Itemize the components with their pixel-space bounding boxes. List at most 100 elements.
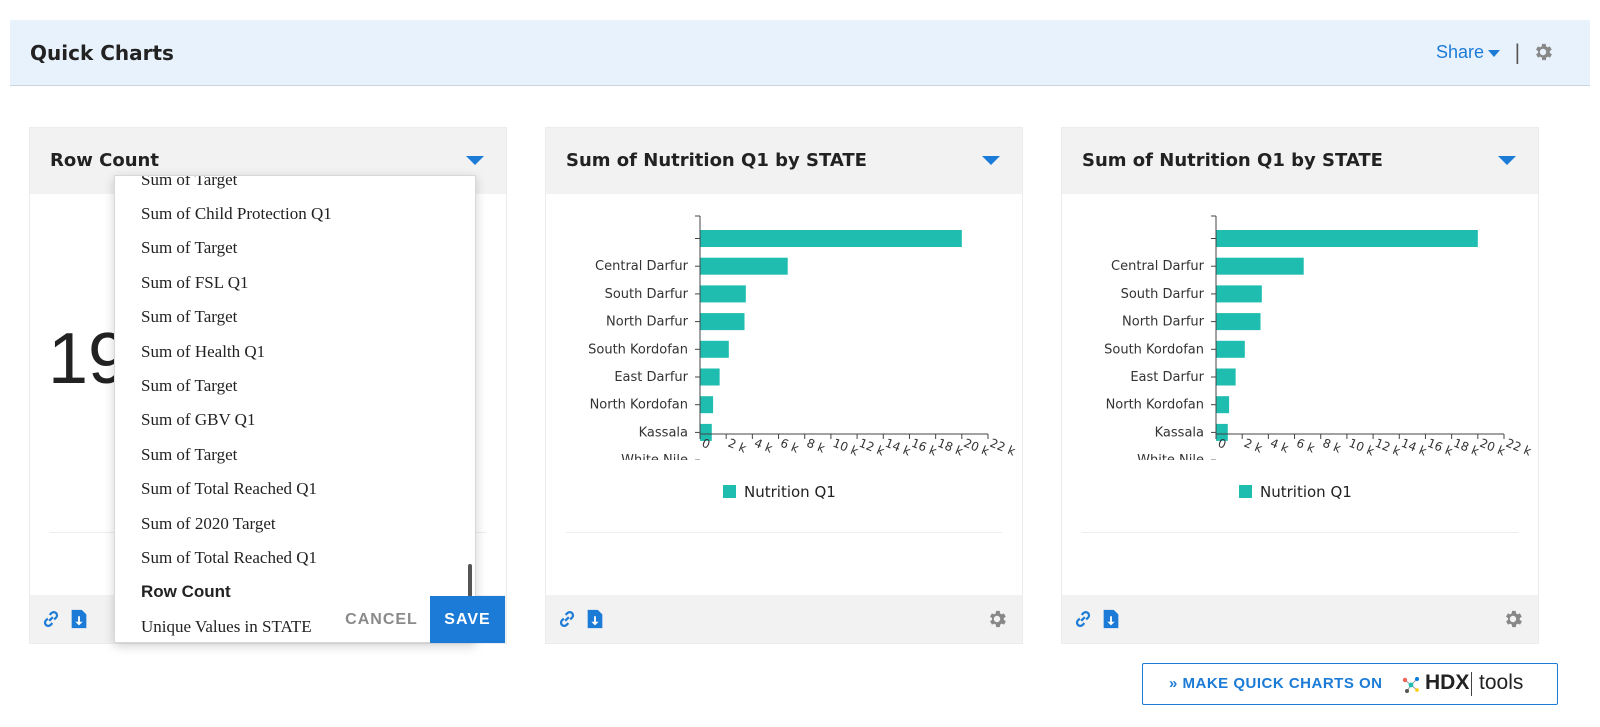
chart-bar [700,230,962,247]
y-tick-label: Kassala [1155,425,1204,440]
x-tick-label: 2 k [726,436,748,456]
card-footer [1062,595,1538,643]
x-tick-label: 10 k [1347,436,1376,459]
x-tick-label: 14 k [883,436,912,459]
y-tick-label: South Darfur [605,287,689,302]
card-title: Sum of Nutrition Q1 by STATE [566,150,867,171]
y-tick-label: North Kordofan [590,398,688,413]
dropdown-item-selected[interactable]: Row Count [141,582,231,602]
x-tick-label: 12 k [1373,436,1402,459]
chart-type-dropdown: Sum of Target Sum of Child Protection Q1… [114,175,476,643]
gear-icon[interactable] [986,607,1008,631]
y-tick-label: White Nile [621,453,688,468]
dropdown-item[interactable]: Sum of 2020 Target [141,514,276,534]
y-tick-label: South Kordofan [588,342,688,357]
legend-swatch [723,485,736,498]
chart-bar [1216,285,1262,303]
dropdown-item[interactable]: Sum of Target [141,176,237,190]
divider [1082,532,1518,533]
x-tick-label: 14 k [1399,436,1428,459]
card-header: Sum of Nutrition Q1 by STATE [1062,128,1538,194]
x-tick-label: 18 k [1452,436,1481,459]
dropdown-item[interactable]: Sum of Total Reached Q1 [141,548,317,568]
download-icon[interactable] [1100,607,1122,631]
x-tick-label: 8 k [1321,436,1343,456]
chart-card-nutrition-1: Sum of Nutrition Q1 by STATE Central Dar… [545,127,1023,644]
dropdown-item[interactable]: Sum of FSL Q1 [141,273,249,293]
dropdown-item[interactable]: Sum of Health Q1 [141,342,265,362]
chevron-down-icon [1488,49,1501,57]
page-title: Quick Charts [30,41,174,65]
dropdown-item[interactable]: Sum of Target [141,307,237,327]
chart-bar [700,396,714,414]
chart-bar [1216,368,1236,386]
chart-bar [1216,396,1230,414]
x-tick-label: 10 k [831,436,860,459]
dropdown-item[interactable]: Sum of Target [141,445,237,465]
x-tick-label: 22 k [1504,436,1533,459]
divider: | [1514,40,1521,64]
make-quick-charts-button[interactable]: » MAKE QUICK CHARTS ON HDX tools [1142,663,1558,705]
chart-plot-group: Central Darfur South Darfur North Darfur So… [1104,230,1478,468]
legend-label: Nutrition Q1 [1260,483,1352,501]
tools-label: tools [1479,671,1524,694]
chevron-down-icon[interactable] [466,156,484,165]
card-title: Row Count [50,150,159,171]
x-tick-label: 12 k [857,436,886,459]
chart-bar [700,285,746,303]
divider [1471,672,1472,696]
x-tick-label: 22 k [988,436,1017,459]
y-tick-label: North Darfur [606,315,689,330]
chart-legend: Nutrition Q1 [723,483,836,501]
x-tick-label: 20 k [962,436,991,459]
legend-swatch [1239,485,1252,498]
x-tick-label: 16 k [909,436,938,459]
x-tick-label: 18 k [936,436,965,459]
card-title: Sum of Nutrition Q1 by STATE [1082,150,1383,171]
dropdown-item[interactable]: Sum of Target [141,376,237,396]
x-tick-label: 20 k [1478,436,1507,459]
download-icon[interactable] [584,607,606,631]
y-tick-label: South Darfur [1121,287,1205,302]
y-tick-label: East Darfur [1130,370,1204,385]
download-icon[interactable] [68,607,90,631]
gear-icon[interactable] [1502,607,1524,631]
bar-chart: Central Darfur South Darfur North Darfur So… [1104,215,1533,468]
x-tick-label: 2 k [1242,436,1264,456]
chart-bar [1216,257,1304,275]
cancel-button[interactable]: CANCEL [334,596,429,643]
y-tick-label: North Darfur [1122,315,1205,330]
link-icon[interactable] [556,607,578,631]
share-button[interactable]: Share [1436,42,1501,63]
y-tick-label: East Darfur [614,370,688,385]
y-tick-label: Central Darfur [595,259,689,274]
x-tick-label: 16 k [1425,436,1454,459]
dropdown-item[interactable]: Unique Values in STATE [141,617,312,637]
make-quick-charts-label: » MAKE QUICK CHARTS ON [1169,675,1383,692]
card-footer [546,595,1022,643]
top-bar: Quick Charts Share | [10,20,1590,86]
bar-chart: Central Darfur South Darfur North Darfur So… [588,215,1017,468]
save-button[interactable]: SAVE [430,596,505,643]
card-header: Sum of Nutrition Q1 by STATE [546,128,1022,194]
legend-label: Nutrition Q1 [744,483,836,501]
x-tick-label: 4 k [1268,436,1290,456]
dropdown-item[interactable]: Sum of Child Protection Q1 [141,204,332,224]
dropdown-item[interactable]: Sum of Target [141,238,237,258]
y-tick-label: White Nile [1137,453,1204,468]
chevron-down-icon[interactable] [982,156,1000,165]
link-icon[interactable] [1072,607,1094,631]
link-icon[interactable] [40,607,62,631]
y-tick-label: South Kordofan [1104,342,1204,357]
y-tick-label: Kassala [639,425,688,440]
dropdown-item[interactable]: Sum of Total Reached Q1 [141,479,317,499]
chart-bar [700,368,720,386]
y-tick-label: Central Darfur [1111,259,1205,274]
gear-icon[interactable] [1532,41,1554,63]
dropdown-item[interactable]: Sum of GBV Q1 [141,410,255,430]
x-tick-label: 8 k [805,436,827,456]
x-tick-label: 6 k [1294,436,1316,456]
chevron-down-icon[interactable] [1498,156,1516,165]
hdx-logo-icon [1402,677,1419,693]
x-tick-label: 6 k [778,436,800,456]
